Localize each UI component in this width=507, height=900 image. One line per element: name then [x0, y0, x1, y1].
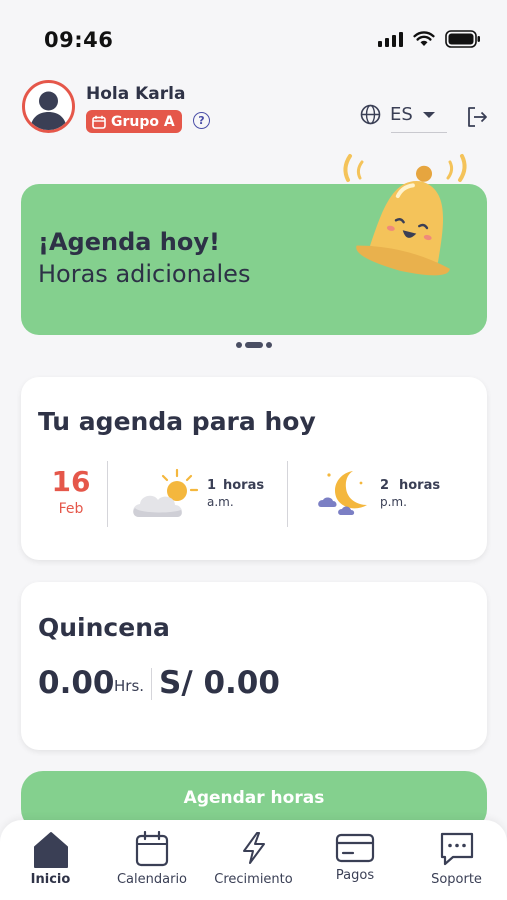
- help-icon[interactable]: ?: [193, 112, 210, 129]
- status-bar: 09:46: [0, 0, 507, 70]
- group-badge[interactable]: Grupo A: [86, 110, 182, 133]
- battery-icon: [445, 30, 480, 48]
- sun-cloud-icon: [133, 468, 199, 517]
- chat-icon: [440, 832, 473, 866]
- quincena-amount: S/ 0.00: [159, 665, 280, 701]
- nav-label: Inicio: [30, 872, 71, 887]
- language-underline: [391, 132, 447, 133]
- quincena-card: Quincena 0.00 Hrs. S/ 0.00: [21, 582, 487, 750]
- language-code: ES: [390, 104, 413, 125]
- avatar[interactable]: [22, 80, 75, 133]
- quincena-hours-unit: Hrs.: [114, 677, 145, 695]
- night-hours-unit: horas: [399, 478, 441, 493]
- carousel-dot[interactable]: [236, 342, 242, 348]
- nav-label: Soporte: [431, 872, 482, 887]
- group-label: Grupo A: [111, 113, 175, 130]
- status-time: 09:46: [44, 28, 114, 52]
- morning-hours-count: 1: [207, 478, 217, 493]
- lightning-icon: [242, 832, 265, 864]
- divider: [287, 461, 288, 527]
- nav-item-inicio[interactable]: Inicio: [0, 820, 101, 900]
- nav-item-crecimiento[interactable]: Crecimiento: [203, 820, 304, 900]
- calendar-icon: [92, 115, 106, 129]
- date-day: 16: [51, 465, 91, 498]
- morning-hours-unit: horas: [223, 478, 265, 493]
- quincena-title: Quincena: [38, 613, 170, 642]
- banner-title: ¡Agenda hoy!: [38, 228, 220, 256]
- divider: [107, 461, 108, 527]
- wifi-icon: [413, 31, 435, 46]
- greeting: Hola Karla: [86, 84, 186, 104]
- home-icon: [33, 832, 68, 868]
- carousel-indicator: [236, 342, 272, 348]
- bell-icon: [343, 154, 467, 276]
- header: Hola Karla Grupo A ? ES: [0, 72, 507, 142]
- divider: [151, 668, 152, 700]
- morning-period: a.m.: [207, 495, 234, 509]
- carousel-dot-active[interactable]: [245, 342, 263, 348]
- agenda-card: Tu agenda para hoy 16 Feb 1 horas a.m. 2…: [21, 377, 487, 560]
- card-icon: [335, 833, 375, 863]
- status-icons: [378, 30, 481, 48]
- nav-label: Calendario: [116, 872, 188, 887]
- moon-icon: [318, 471, 367, 515]
- user-icon: [30, 91, 67, 130]
- banner-subtitle: Horas adicionales: [38, 260, 251, 288]
- nav-item-calendario[interactable]: Calendario: [101, 820, 203, 900]
- calendar-icon: [135, 831, 169, 867]
- nav-item-soporte[interactable]: Soporte: [406, 820, 507, 900]
- nav-item-pagos[interactable]: Pagos: [304, 820, 406, 900]
- nav-label: Pagos: [335, 868, 375, 883]
- bottom-nav: Inicio Calendario Crecimiento Pagos Sopo…: [0, 820, 507, 900]
- agenda-title: Tu agenda para hoy: [38, 407, 316, 436]
- nav-label: Crecimiento: [214, 872, 293, 887]
- date-month: Feb: [58, 501, 84, 517]
- chevron-down-icon: [422, 111, 435, 118]
- globe-icon: [360, 104, 381, 125]
- schedule-hours-label: Agendar horas: [183, 788, 325, 808]
- signal-icon: [378, 31, 403, 47]
- night-hours-count: 2: [380, 478, 390, 493]
- carousel-dot[interactable]: [266, 342, 272, 348]
- quincena-hours: 0.00: [38, 665, 115, 701]
- language-selector[interactable]: ES: [360, 104, 436, 125]
- logout-icon[interactable]: [466, 106, 488, 128]
- night-period: p.m.: [380, 495, 407, 509]
